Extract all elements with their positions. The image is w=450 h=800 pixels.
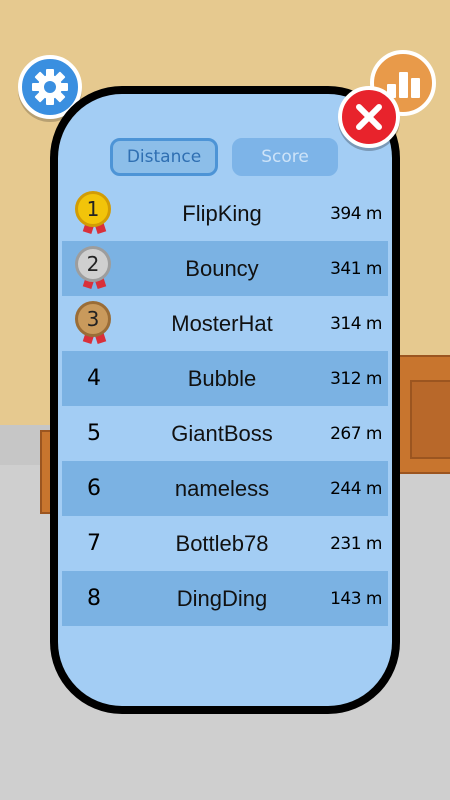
close-icon xyxy=(356,104,382,130)
player-name: DingDing xyxy=(176,585,268,611)
rank-number: 5 xyxy=(87,421,101,446)
player-distance: 341 m xyxy=(330,258,382,279)
rank-number: 3 xyxy=(75,300,111,337)
player-distance: 267 m xyxy=(330,423,382,444)
leaderboard-list: 1 FlipKing 394 m 2 Bouncy 341 m 3 Moster… xyxy=(62,186,388,626)
rank-number: 2 xyxy=(75,245,111,282)
leaderboard-row: 1 FlipKing 394 m xyxy=(62,186,388,241)
player-distance: 312 m xyxy=(330,368,382,389)
player-distance: 314 m xyxy=(330,313,382,334)
player-distance: 244 m xyxy=(330,478,382,499)
silver-medal-icon: 2 xyxy=(75,245,113,292)
player-name: Bubble xyxy=(187,365,257,391)
rank-cell: 1 xyxy=(62,190,126,237)
player-name: GiantBoss xyxy=(171,420,273,446)
rank-number: 8 xyxy=(87,586,101,611)
rank-number: 1 xyxy=(75,190,111,227)
player-distance: 231 m xyxy=(330,533,382,554)
rank-number: 7 xyxy=(87,531,101,556)
close-button[interactable] xyxy=(338,86,400,148)
player-name: Bottleb78 xyxy=(175,530,269,556)
rank-number: 6 xyxy=(87,476,101,501)
player-name: Bouncy xyxy=(185,255,259,281)
gear-icon xyxy=(32,69,68,105)
bar-chart-icon xyxy=(386,72,420,98)
rank-cell: 7 xyxy=(62,531,126,556)
leaderboard-row: 3 MosterHat 314 m xyxy=(62,296,388,351)
rank-cell: 5 xyxy=(62,421,126,446)
leaderboard-row: 5 GiantBoss 267 m xyxy=(62,406,388,461)
leaderboard-row: 4 Bubble 312 m xyxy=(62,351,388,406)
leaderboard-row: 2 Bouncy 341 m xyxy=(62,241,388,296)
player-name: nameless xyxy=(174,475,270,501)
rank-cell: 8 xyxy=(62,586,126,611)
player-distance: 143 m xyxy=(330,588,382,609)
leaderboard-row: 8 DingDing 143 m xyxy=(62,571,388,626)
rank-cell: 6 xyxy=(62,476,126,501)
player-name: MosterHat xyxy=(171,310,273,336)
rank-cell: 2 xyxy=(62,245,126,292)
tab-score[interactable]: Score xyxy=(232,138,338,176)
leaderboard-row: 6 nameless 244 m xyxy=(62,461,388,516)
rank-cell: 4 xyxy=(62,366,126,391)
player-distance: 394 m xyxy=(330,203,382,224)
background-crate xyxy=(410,380,450,459)
rank-number: 4 xyxy=(87,366,101,391)
player-name: FlipKing xyxy=(182,200,262,226)
leaderboard-row: 7 Bottleb78 231 m xyxy=(62,516,388,571)
gold-medal-icon: 1 xyxy=(75,190,113,237)
bronze-medal-icon: 3 xyxy=(75,300,113,347)
tab-distance[interactable]: Distance xyxy=(110,138,218,176)
rank-cell: 3 xyxy=(62,300,126,347)
